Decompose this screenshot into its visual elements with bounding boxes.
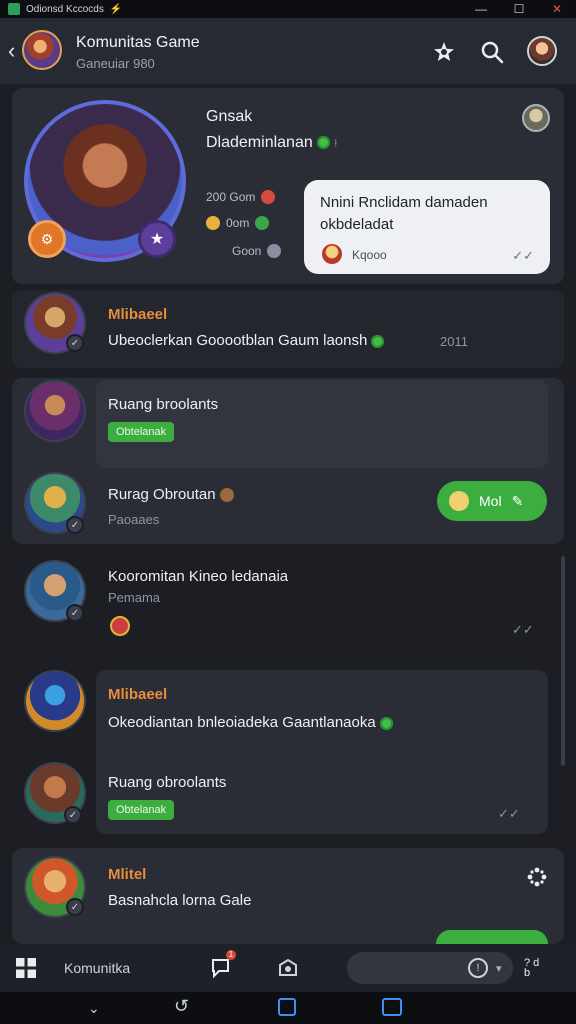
profile-status-text: Dlademinlanan xyxy=(206,134,313,151)
feed-label: Mlibaeel xyxy=(108,306,168,323)
lightning-icon: ⚡ xyxy=(109,3,123,15)
community-avatar[interactable] xyxy=(22,30,62,70)
search-input[interactable] xyxy=(347,952,513,984)
user-avatar[interactable] xyxy=(527,36,557,66)
feed-sub: Pemama xyxy=(108,590,161,605)
room-title[interactable]: Ruang broolants xyxy=(108,396,218,413)
bubble-line-1: Nnini Rnclidam damaden xyxy=(320,194,488,211)
verified-icon: ✓ xyxy=(66,516,84,534)
verified-icon: ✓ xyxy=(66,898,84,916)
stat-row: Goon xyxy=(232,244,282,258)
sender-icon xyxy=(322,244,342,264)
feed-time: 2011 xyxy=(440,334,468,349)
verified-icon: ✓ xyxy=(64,806,82,824)
dropdown-icon[interactable]: ▾ xyxy=(496,962,502,975)
nav-back-icon[interactable]: ⌄ xyxy=(88,1000,100,1017)
gem-icon xyxy=(371,334,385,348)
app-header: ‹ Komunitas Game Ganeuiar 980 xyxy=(0,18,576,84)
notification-badge: 1 xyxy=(226,950,236,960)
back-icon[interactable]: ‹ xyxy=(8,38,15,64)
emoji-icon xyxy=(449,491,469,511)
profile-status: Dlademinlanan ⟊ xyxy=(206,134,337,152)
nav-recent-icon[interactable] xyxy=(382,998,402,1016)
feed-label: Mlitel xyxy=(108,866,147,883)
stat-row: 0om xyxy=(206,216,270,230)
edit-icon: ✎ xyxy=(511,492,524,509)
stat-value: Goon xyxy=(232,244,262,258)
feed-text: Basnahcla lorna Gale xyxy=(108,892,252,909)
read-ticks-icon: ✓✓ xyxy=(512,248,534,263)
window-title: Odionsd Kccocds xyxy=(26,3,104,15)
bubble-footer: Kqooo xyxy=(352,248,387,262)
feed-text-content: Okeodiantan bnleoiadeka Gaantlanaoka xyxy=(108,714,376,731)
gem-icon xyxy=(316,136,330,150)
window-titlebar: Odionsd Kccocds ⚡ — ☐ ✕ xyxy=(0,0,576,18)
stat-value: 200 Gom xyxy=(206,190,256,204)
clock-icon[interactable]: ! xyxy=(468,958,488,978)
ruby-icon xyxy=(261,190,276,204)
bottom-bar: Komunitka 1 ! ▾ ? d b xyxy=(0,944,576,992)
room-tag[interactable]: Obtelanak xyxy=(108,800,175,820)
read-ticks-icon: ✓✓ xyxy=(512,622,534,637)
gem-icon xyxy=(110,616,130,636)
page-title: Komunitas Game xyxy=(76,34,200,51)
room-title[interactable]: Ruang obroolants xyxy=(108,774,226,791)
action-button[interactable] xyxy=(436,930,548,944)
feed-text-content: Ubeoclerkan Gooootblan Gaum laonsh xyxy=(108,332,368,349)
status-suffix: ⟊ xyxy=(334,136,338,150)
system-tray: ? d b xyxy=(524,957,540,979)
bubble-line-2: okbdeladat xyxy=(320,216,394,233)
join-button-label: Mol xyxy=(479,493,502,509)
gem-icon xyxy=(379,716,393,730)
settings-icon[interactable] xyxy=(526,866,548,893)
star-icon xyxy=(206,216,220,230)
level-badge-icon: ⚙ xyxy=(28,220,66,258)
nav-home-icon[interactable] xyxy=(278,998,296,1016)
verified-icon: ✓ xyxy=(66,604,84,622)
game-icon[interactable] xyxy=(276,956,300,985)
search-icon[interactable] xyxy=(480,40,504,64)
verified-icon: ✓ xyxy=(66,334,84,352)
stat-row: 200 Gom xyxy=(206,190,276,204)
room-title-text: Rurag Obroutan xyxy=(108,486,216,503)
room-tag[interactable]: Obtelanak xyxy=(108,422,175,442)
nav-refresh-icon[interactable]: ↺ xyxy=(174,996,189,1017)
join-button[interactable]: Mol ✎ xyxy=(437,481,547,521)
profile-name: Gnsak xyxy=(206,108,253,125)
room-avatar[interactable] xyxy=(24,380,86,442)
grid-icon[interactable] xyxy=(16,958,36,983)
page-subtitle: Ganeuiar 980 xyxy=(76,56,155,71)
achievement-icon[interactable] xyxy=(432,40,456,64)
feed-text: Ubeoclerkan Gooootblan Gaum laonsh xyxy=(108,332,385,349)
star-badge-icon: ★ xyxy=(138,220,176,258)
chat-icon[interactable] xyxy=(210,956,234,985)
read-ticks-icon: ✓✓ xyxy=(498,806,520,821)
close-button[interactable]: ✕ xyxy=(538,0,576,18)
feed-title[interactable]: Kooromitan Kineo ledanaia xyxy=(108,568,288,585)
feed-row[interactable] xyxy=(12,290,564,368)
minimize-button[interactable]: — xyxy=(462,0,500,18)
feed-label: Mlibaeel xyxy=(108,686,168,703)
friend-avatar[interactable] xyxy=(522,104,550,132)
room-title[interactable]: Rurag Obroutan xyxy=(108,486,234,503)
emerald-icon xyxy=(255,216,270,230)
scrollbar[interactable] xyxy=(561,556,565,766)
room-sub: Paoaaes xyxy=(108,512,160,527)
coin-icon xyxy=(267,244,282,258)
feed-text: Okeodiantan bnleoiadeka Gaantlanaoka xyxy=(108,714,393,731)
stat-value: 0om xyxy=(226,216,250,230)
feed-avatar[interactable] xyxy=(24,670,86,732)
app-icon xyxy=(8,3,20,15)
maximize-button[interactable]: ☐ xyxy=(500,0,538,18)
message-bubble[interactable]: Nnini Rnclidam damaden okbdeladat Kqooo … xyxy=(304,180,550,274)
bottom-label[interactable]: Komunitka xyxy=(64,960,130,976)
coin-icon xyxy=(219,488,234,503)
system-navbar: ⌄ ↺ xyxy=(0,992,576,1024)
